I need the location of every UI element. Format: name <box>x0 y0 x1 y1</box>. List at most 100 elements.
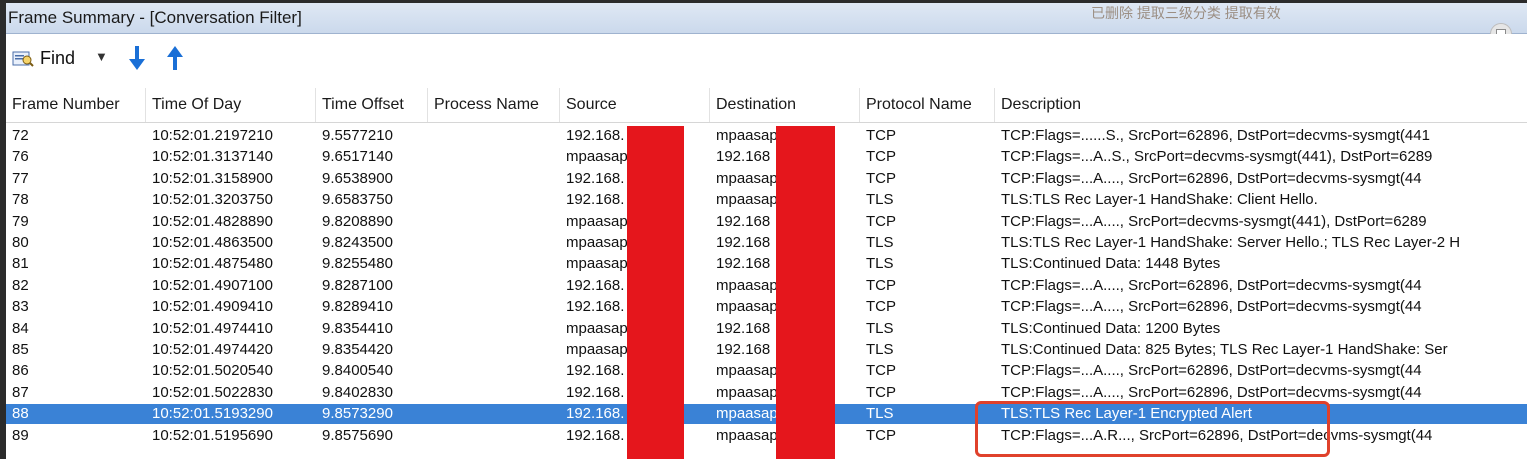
table-row[interactable]: 76 10:52:01.3137140 9.6517140 mpaasap 192.16… <box>6 147 1527 167</box>
cell-frame-number: 82 <box>12 276 29 294</box>
cell-protocol-name: TLS <box>866 255 894 273</box>
cell-time-offset: 9.8354410 <box>322 319 393 337</box>
cell-protocol-name: TCP <box>866 212 896 230</box>
table-row[interactable]: 79 10:52:01.4828890 9.8208890 mpaasap 192.16… <box>6 212 1527 232</box>
cell-description: TLS:TLS Rec Layer-1 HandShake: Server He… <box>1001 234 1461 251</box>
cell-frame-number: 78 <box>12 191 29 209</box>
column-header-row: Frame Number Time Of Day Time Offset Pro… <box>6 88 1527 123</box>
cell-frame-number: 79 <box>12 212 29 230</box>
cell-time-of-day: 10:52:01.4863500 <box>152 234 273 251</box>
cell-time-of-day: 10:52:01.3158900 <box>152 169 273 187</box>
table-row[interactable]: 86 10:52:01.5020540 9.8400540 192.168. mpaas… <box>6 361 1527 381</box>
cell-process-name <box>428 319 560 339</box>
column-header-frame-number[interactable]: Frame Number <box>6 88 146 122</box>
table-row[interactable]: 84 10:52:01.4974410 9.8354410 mpaasap 192.16… <box>6 319 1527 339</box>
find-binoculars-icon <box>12 51 34 67</box>
column-header-protocol-name[interactable]: Protocol Name <box>860 88 995 122</box>
cell-description: TLS:TLS Rec Layer-1 HandShake: Client He… <box>1001 191 1318 209</box>
arrow-up-icon[interactable] <box>164 44 186 72</box>
table-row[interactable]: 72 10:52:01.2197210 9.5577210 192.168. mpaas… <box>6 126 1527 146</box>
cell-description: TLS:Continued Data: 1200 Bytes <box>1001 319 1221 337</box>
cell-description: TCP:Flags=...A...., SrcPort=62896, DstPo… <box>1001 169 1422 187</box>
cell-protocol-name: TCP <box>866 127 896 144</box>
table-row[interactable]: 87 10:52:01.5022830 9.8402830 192.168. mpaas… <box>6 383 1527 403</box>
cell-time-offset: 9.8354420 <box>322 341 393 358</box>
background-app-text: 已删除 提取三级分类 提取有效 <box>1091 5 1281 21</box>
cell-process-name <box>428 126 560 146</box>
cell-frame-number: 81 <box>12 255 29 273</box>
cell-description: TCP:Flags=...A...., SrcPort=62896, DstPo… <box>1001 383 1422 401</box>
cell-time-of-day: 10:52:01.4875480 <box>152 255 273 273</box>
cell-time-offset: 9.8287100 <box>322 276 393 294</box>
table-row[interactable]: 77 10:52:01.3158900 9.6538900 192.168. mpaas… <box>6 169 1527 189</box>
toolbar: Find ▼ <box>6 34 1527 86</box>
cell-frame-number: 80 <box>12 234 29 251</box>
cell-time-of-day: 10:52:01.5020540 <box>152 362 273 380</box>
chevron-down-icon[interactable]: ▼ <box>95 49 108 64</box>
cell-protocol-name: TCP <box>866 169 896 187</box>
column-header-destination[interactable]: Destination <box>710 88 860 122</box>
table-row[interactable]: 81 10:52:01.4875480 9.8255480 mpaasap 192.16… <box>6 254 1527 274</box>
cell-time-offset: 9.6538900 <box>322 169 393 187</box>
cell-description: TCP:Flags=...A...., SrcPort=62896, DstPo… <box>1001 276 1422 294</box>
find-label: Find <box>40 48 76 68</box>
cell-process-name <box>428 212 560 232</box>
cell-protocol-name: TLS <box>866 319 894 337</box>
column-header-description[interactable]: Description <box>995 88 1527 122</box>
cell-process-name <box>428 340 560 360</box>
cell-process-name <box>428 169 560 189</box>
cell-protocol-name: TCP <box>866 383 896 401</box>
cell-process-name <box>428 233 560 253</box>
cell-frame-number: 88 <box>12 405 29 423</box>
window-title: Frame Summary - [Conversation Filter] <box>8 8 302 27</box>
title-bar: Frame Summary - [Conversation Filter] 已删… <box>6 3 1527 34</box>
table-row[interactable]: 80 10:52:01.4863500 9.8243500 mpaasap 192.16… <box>6 233 1527 253</box>
cell-process-name <box>428 426 560 446</box>
cell-time-of-day: 10:52:01.5193290 <box>152 405 273 423</box>
highlight-callout <box>975 401 1330 457</box>
cell-description: TCP:Flags=......S., SrcPort=62896, DstPo… <box>1001 127 1430 144</box>
cell-process-name <box>428 276 560 296</box>
table-row[interactable]: 82 10:52:01.4907100 9.8287100 192.168. mpaas… <box>6 276 1527 296</box>
cell-frame-number: 89 <box>12 426 29 444</box>
cell-protocol-name: TLS <box>866 234 894 251</box>
cell-process-name <box>428 361 560 381</box>
cell-time-of-day: 10:52:01.5195690 <box>152 426 273 444</box>
cell-time-of-day: 10:52:01.4828890 <box>152 212 273 230</box>
source-redaction <box>627 126 684 459</box>
cell-frame-number: 77 <box>12 169 29 187</box>
cell-description: TCP:Flags=...A...., SrcPort=62896, DstPo… <box>1001 362 1422 380</box>
cell-time-offset: 9.8400540 <box>322 362 393 380</box>
table-row[interactable]: 78 10:52:01.3203750 9.6583750 192.168. mpaas… <box>6 190 1527 210</box>
destination-redaction <box>776 126 835 459</box>
cell-process-name <box>428 190 560 210</box>
cell-time-of-day: 10:52:01.4974410 <box>152 319 273 337</box>
cell-process-name <box>428 404 560 424</box>
cell-process-name <box>428 254 560 274</box>
table-row[interactable]: 85 10:52:01.4974420 9.8354420 mpaasap 192.16… <box>6 340 1527 360</box>
cell-process-name <box>428 297 560 317</box>
cell-time-of-day: 10:52:01.3203750 <box>152 191 273 209</box>
cell-protocol-name: TCP <box>866 276 896 294</box>
cell-time-of-day: 10:52:01.4974420 <box>152 341 273 358</box>
cell-protocol-name: TCP <box>866 362 896 380</box>
column-header-time-of-day[interactable]: Time Of Day <box>146 88 316 122</box>
cell-frame-number: 85 <box>12 341 29 358</box>
column-header-process-name[interactable]: Process Name <box>428 88 560 122</box>
cell-time-of-day: 10:52:01.4909410 <box>152 298 273 316</box>
cell-description: TLS:Continued Data: 1448 Bytes <box>1001 255 1221 273</box>
cell-frame-number: 84 <box>12 319 29 337</box>
cell-time-offset: 9.8573290 <box>322 405 393 423</box>
column-header-source[interactable]: Source <box>560 88 710 122</box>
table-row[interactable]: 83 10:52:01.4909410 9.8289410 192.168. mpaas… <box>6 297 1527 317</box>
cell-protocol-name: TCP <box>866 148 896 166</box>
cell-protocol-name: TLS <box>866 341 894 358</box>
cell-time-offset: 9.8255480 <box>322 255 393 273</box>
cell-frame-number: 83 <box>12 298 29 316</box>
cell-time-offset: 9.6517140 <box>322 148 393 166</box>
cell-time-of-day: 10:52:01.4907100 <box>152 276 273 294</box>
arrow-down-icon[interactable] <box>126 44 148 72</box>
column-header-time-offset[interactable]: Time Offset <box>316 88 428 122</box>
cell-frame-number: 72 <box>12 127 29 144</box>
cell-time-offset: 9.8243500 <box>322 234 393 251</box>
